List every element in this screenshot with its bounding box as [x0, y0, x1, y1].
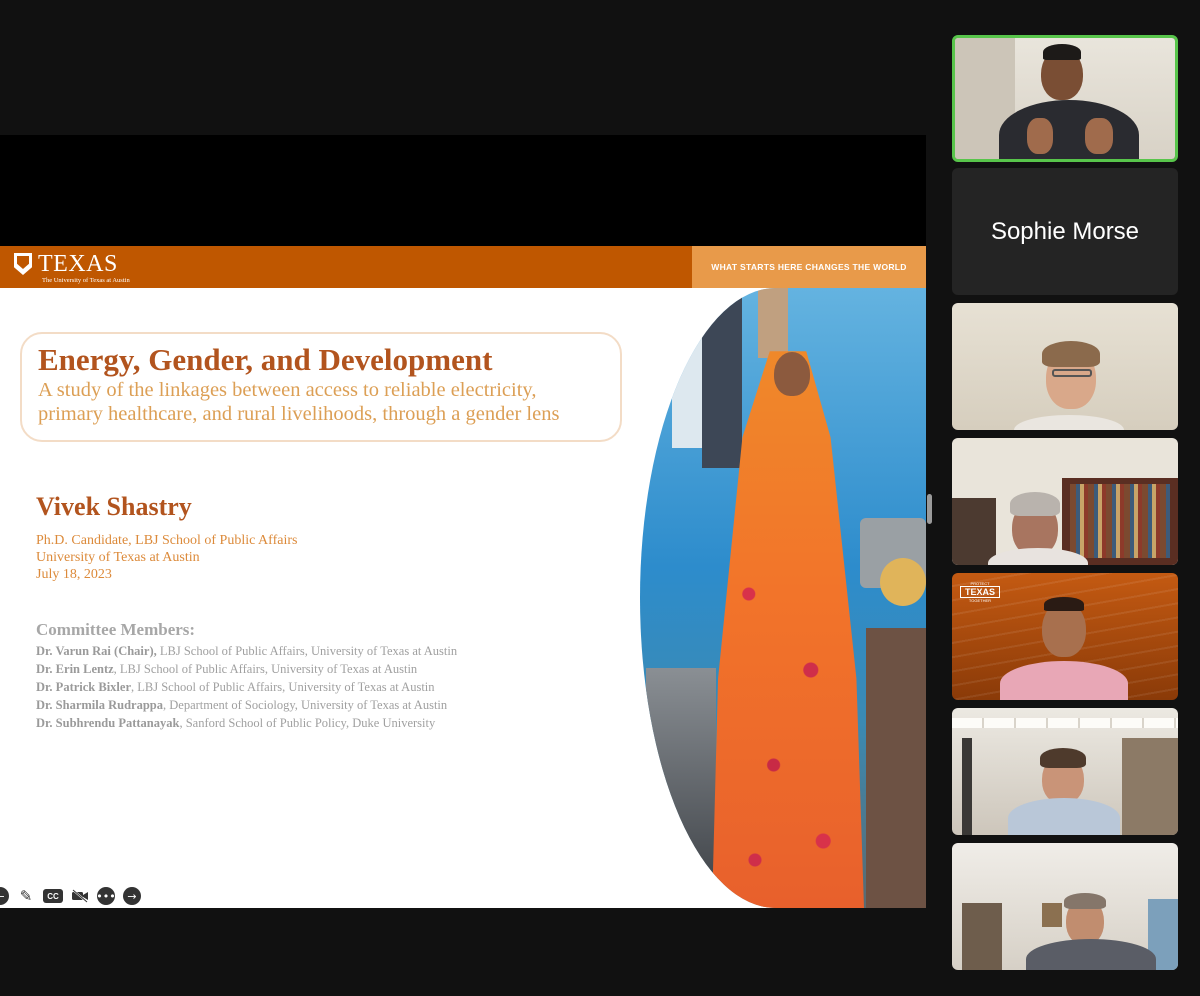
participant-tile[interactable]: PROTECT TEXAS TOGETHER	[952, 573, 1178, 700]
participant-tile-speaker[interactable]	[952, 35, 1178, 162]
committee-heading: Committee Members:	[36, 620, 196, 639]
slide-controls: ← ✎ CC ••• →	[0, 887, 141, 905]
committee-member: Dr. Sharmila Rudrappa, Department of Soc…	[36, 698, 448, 712]
panel-resize-handle[interactable]	[927, 494, 932, 524]
ut-logo: TEXAS The University of Texas at Austin	[14, 252, 130, 284]
presentation-slide: TEXAS The University of Texas at Austin …	[0, 246, 926, 908]
slide-tagline: WHAT STARTS HERE CHANGES THE WORLD	[692, 246, 926, 288]
committee-member: Dr. Erin Lentz, LBJ School of Public Aff…	[36, 662, 418, 676]
slide-title: Energy, Gender, and Development	[38, 342, 493, 377]
committee-member: Dr. Subhrendu Pattanayak, Sanford School…	[36, 716, 436, 730]
logo-wordmark: TEXAS	[38, 251, 118, 277]
shared-screen: TEXAS The University of Texas at Austin …	[0, 135, 926, 908]
presenter-role: Ph.D. Candidate, LBJ School of Public Af…	[36, 533, 298, 548]
protect-texas-sign: PROTECT TEXAS TOGETHER	[960, 581, 1000, 603]
slide-header-bar: TEXAS The University of Texas at Austin …	[0, 246, 926, 288]
participant-tile[interactable]	[952, 438, 1178, 565]
video-off-icon[interactable]	[71, 887, 89, 905]
logo-subtitle: The University of Texas at Austin	[42, 277, 130, 284]
participant-tile[interactable]	[952, 303, 1178, 430]
slide-subtitle-line2: primary healthcare, and rural livelihood…	[38, 403, 560, 425]
woman-in-saree-photo	[640, 288, 926, 908]
committee-list: Dr. Varun Rai (Chair), LBJ School of Pub…	[36, 642, 457, 732]
committee-member: Dr. Patrick Bixler, LBJ School of Public…	[36, 680, 435, 694]
pen-icon[interactable]: ✎	[17, 887, 35, 905]
arrow-left-icon[interactable]: ←	[0, 887, 9, 905]
presenter-university: University of Texas at Austin	[36, 550, 200, 565]
title-frame: Energy, Gender, and Development A study …	[20, 332, 622, 442]
presenter-name: Vivek Shastry	[36, 492, 192, 521]
participant-tile[interactable]	[952, 843, 1178, 970]
committee-member: Dr. Varun Rai (Chair), LBJ School of Pub…	[36, 644, 458, 658]
participant-tile[interactable]	[952, 708, 1178, 835]
more-icon[interactable]: •••	[96, 887, 116, 905]
participant-name: Sophie Morse	[952, 168, 1178, 295]
cc-icon[interactable]: CC	[43, 889, 63, 903]
slide-subtitle-line1: A study of the linkages between access t…	[38, 379, 537, 401]
ut-seal-icon	[14, 253, 32, 275]
arrow-right-icon[interactable]: →	[123, 887, 141, 905]
presentation-date: July 18, 2023	[36, 567, 112, 582]
participant-tile-sophie[interactable]: Sophie Morse	[952, 168, 1178, 295]
presenter-info: Ph.D. Candidate, LBJ School of Public Af…	[36, 532, 297, 583]
